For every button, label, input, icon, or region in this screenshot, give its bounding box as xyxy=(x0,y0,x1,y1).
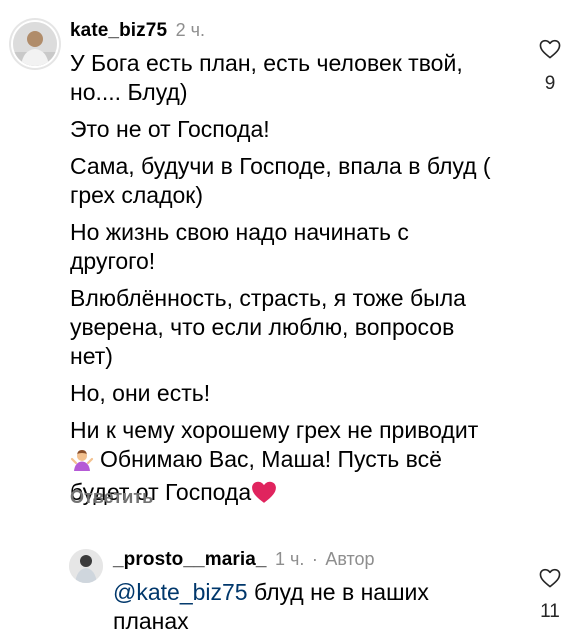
comment-line: Но, они есть! xyxy=(70,380,211,406)
reply-username[interactable]: _prosto__maria_ xyxy=(113,549,267,570)
reply-button[interactable]: Ответить xyxy=(70,487,153,508)
comment-username[interactable]: kate_biz75 xyxy=(70,20,167,41)
author-badge: Автор xyxy=(325,549,375,569)
like-count: 9 xyxy=(544,73,556,94)
reply-line: планах xyxy=(113,608,189,634)
comment-line: грех сладок) xyxy=(70,182,204,208)
comment-paragraph: У Бога есть план, есть человек твой, но..… xyxy=(70,49,540,107)
reply-like-heart-icon[interactable] xyxy=(539,568,561,588)
reply-like-count: 11 xyxy=(540,601,560,622)
reply-body: @kate_biz75 блуд не в наших планах xyxy=(113,578,513,636)
mention-link[interactable]: @kate_biz75 xyxy=(113,579,248,605)
comment-paragraph: Влюблённость, страсть, я тоже была уверен… xyxy=(70,284,540,371)
comment: kate_biz75 2 ч. У Бога есть план, есть ч… xyxy=(0,0,587,520)
avatar-photo xyxy=(13,22,57,66)
comment-line: Сама, будучи в Господе, впала в блуд ( xyxy=(70,153,491,179)
comment-body: У Бога есть план, есть человек твой, но..… xyxy=(70,49,540,519)
reply-avatar[interactable] xyxy=(69,549,103,583)
comment-line: Влюблённость, страсть, я тоже была xyxy=(70,285,466,311)
comment-paragraph: Но жизнь свою надо начинать с другого! xyxy=(70,218,540,276)
comment-line: нет) xyxy=(70,343,113,369)
like-heart-icon[interactable] xyxy=(539,39,561,59)
meta-separator: · xyxy=(311,549,318,569)
person-shrugging-emoji xyxy=(70,447,94,478)
comment-line: Ни к чему хорошему грех не приводит xyxy=(70,417,479,443)
comment-line: но.... Блуд) xyxy=(70,79,188,105)
comment-line: Но жизнь свою надо начинать с xyxy=(70,219,409,245)
comment-line: другого! xyxy=(70,248,156,274)
comment-line: Обнимаю Вас, Маша! Пусть всё xyxy=(70,445,540,478)
comment-paragraph: Это не от Господа! xyxy=(70,115,540,144)
red-heart-emoji xyxy=(251,480,277,511)
comment-text: Обнимаю Вас, Маша! Пусть всё xyxy=(100,446,442,472)
reply-line: @kate_biz75 блуд не в наших xyxy=(113,578,513,607)
reply-time: 1 ч. xyxy=(275,549,305,569)
comment-paragraph: Но, они есть! xyxy=(70,379,540,408)
comment-time: 2 ч. xyxy=(175,20,205,40)
comment-header: kate_biz75 2 ч. xyxy=(70,20,205,42)
comment-line: У Бога есть план, есть человек твой, xyxy=(70,50,463,76)
reply-header: _prosto__maria_ 1 ч. · Автор xyxy=(113,549,375,571)
comment-line: уверена, что если люблю, вопросов xyxy=(70,314,455,340)
comment-paragraph: Сама, будучи в Господе, впала в блуд ( гр… xyxy=(70,152,540,210)
comment-line: Это не от Господа! xyxy=(70,116,270,142)
reply-avatar-photo xyxy=(69,549,103,583)
reply-comment: _prosto__maria_ 1 ч. · Автор @kate_biz75… xyxy=(0,530,587,640)
reply-text: блуд не в наших xyxy=(247,579,429,605)
avatar[interactable] xyxy=(13,22,57,66)
